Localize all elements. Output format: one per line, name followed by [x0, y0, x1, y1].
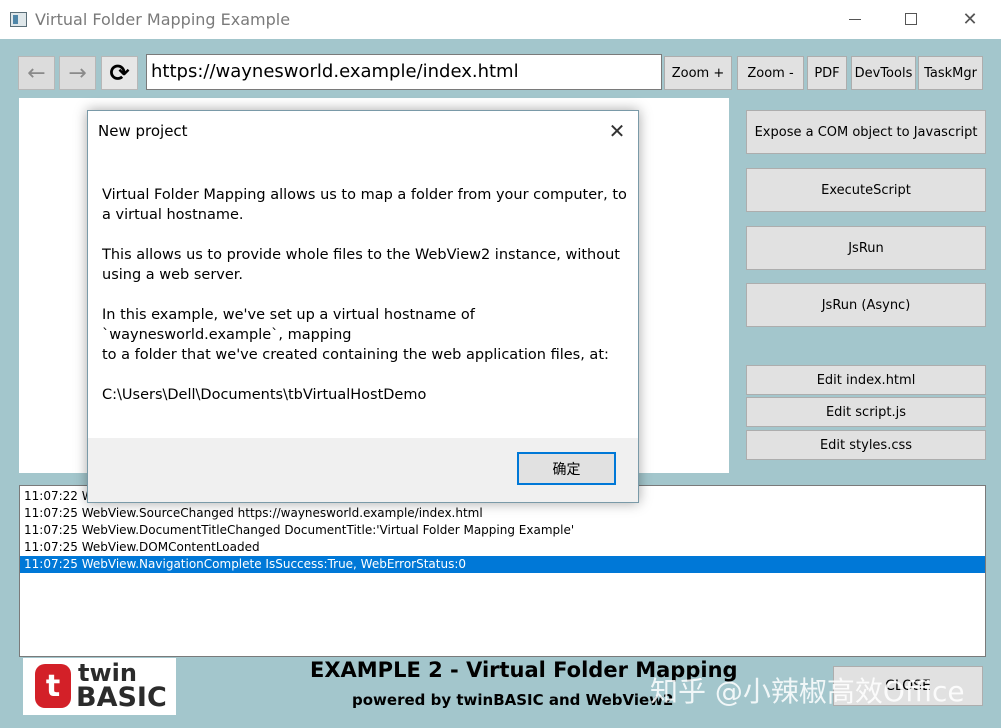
maximize-button[interactable] [888, 4, 934, 34]
app-window-icon [10, 12, 27, 27]
arrow-left-icon: ← [27, 60, 46, 86]
event-log-list[interactable]: 11:07:22 WebView. 11:07:25 WebView.Sourc… [19, 485, 986, 657]
dialog-title: New project [98, 122, 188, 140]
devtools-button[interactable]: DevTools [851, 56, 916, 90]
new-project-dialog: New project ✕ Virtual Folder Mapping all… [87, 110, 639, 503]
log-item[interactable]: 11:07:25 WebView.DocumentTitleChanged Do… [20, 522, 985, 539]
back-button[interactable]: ← [18, 56, 55, 90]
log-item-selected[interactable]: 11:07:25 WebView.NavigationComplete IsSu… [20, 556, 985, 573]
watermark: 知乎 @小辣椒高效Office [650, 675, 965, 708]
jsrun-button[interactable]: JsRun [746, 226, 986, 270]
minimize-icon [849, 18, 861, 20]
dialog-paragraph: This allows us to provide whole files to… [102, 247, 620, 283]
url-input[interactable]: https://waynesworld.example/index.html [146, 54, 662, 90]
zoom-in-button[interactable]: Zoom + [664, 56, 732, 90]
window-title: Virtual Folder Mapping Example [35, 10, 291, 29]
execute-script-button[interactable]: ExecuteScript [746, 168, 986, 212]
dialog-message: Virtual Folder Mapping allows us to map … [102, 185, 627, 425]
edit-script-button[interactable]: Edit script.js [746, 397, 986, 427]
arrow-right-icon: → [68, 60, 87, 86]
dialog-line: `waynesworld.example`, mapping [102, 327, 352, 343]
dialog-paragraph: Virtual Folder Mapping allows us to map … [102, 187, 627, 223]
maximize-icon [905, 13, 917, 25]
ok-button[interactable]: 确定 [517, 452, 616, 485]
dialog-paragraph: In this example, we've set up a virtual … [102, 305, 627, 365]
log-item[interactable]: 11:07:25 WebView.SourceChanged https://w… [20, 505, 985, 522]
title-bar: Virtual Folder Mapping Example ✕ [0, 0, 1001, 39]
log-item[interactable]: 11:07:25 WebView.DOMContentLoaded [20, 539, 985, 556]
forward-button[interactable]: → [59, 56, 96, 90]
logo-text-basic: BASIC [76, 682, 167, 713]
edit-index-button[interactable]: Edit index.html [746, 365, 986, 395]
twinbasic-logo-icon: t [35, 664, 71, 708]
zoom-out-button[interactable]: Zoom - [737, 56, 804, 90]
pdf-button[interactable]: PDF [807, 56, 847, 90]
reload-button[interactable]: ⟳ [101, 56, 138, 90]
edit-styles-button[interactable]: Edit styles.css [746, 430, 986, 460]
dialog-close-button[interactable]: ✕ [600, 117, 634, 145]
dialog-line: to a folder that we've created containin… [102, 347, 609, 363]
twinbasic-logo: t twin BASIC [23, 658, 176, 715]
example-subtitle: powered by twinBASIC and WebView2 [352, 691, 674, 709]
dialog-path: C:\Users\Dell\Documents\tbVirtualHostDem… [102, 387, 427, 403]
close-icon: ✕ [962, 8, 978, 30]
close-icon: ✕ [608, 119, 626, 143]
dialog-line: In this example, we've set up a virtual … [102, 307, 475, 323]
dialog-footer: 确定 [88, 438, 638, 502]
expose-com-button[interactable]: Expose a COM object to Javascript [746, 110, 986, 154]
minimize-button[interactable] [832, 4, 878, 34]
reload-icon: ⟳ [109, 59, 130, 87]
taskmgr-button[interactable]: TaskMgr [918, 56, 983, 90]
jsrun-async-button[interactable]: JsRun (Async) [746, 283, 986, 327]
window-close-button[interactable]: ✕ [947, 4, 993, 34]
